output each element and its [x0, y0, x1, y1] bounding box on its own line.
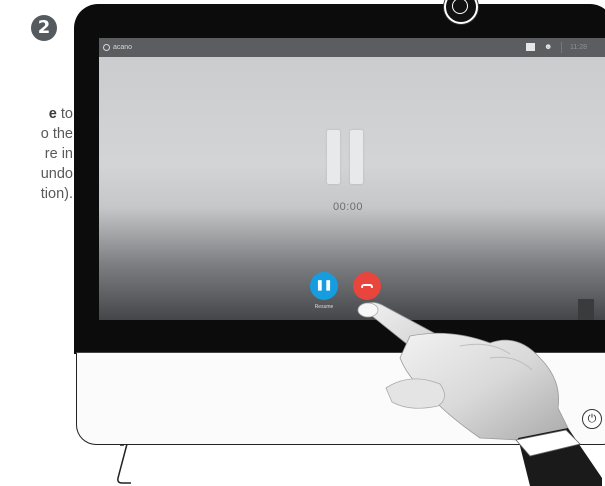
- brand-label: acano: [103, 41, 132, 54]
- clock: 11:28: [570, 44, 587, 51]
- selfview-icon[interactable]: [526, 43, 535, 51]
- pointing-hand-illustration: [357, 302, 602, 486]
- device-screen: acano ☻ 11:28 00:00 ❚❚ Resume: [99, 38, 605, 320]
- pause-icon: [327, 130, 365, 184]
- status-divider: [561, 42, 562, 53]
- resume-label: Resume: [314, 304, 334, 310]
- resume-pause-icon: ❚❚: [315, 280, 333, 291]
- status-bar: acano ☻ 11:28: [99, 38, 605, 57]
- resume-button[interactable]: ❚❚: [310, 272, 338, 300]
- call-timer: 00:00: [332, 201, 364, 213]
- participants-icon[interactable]: ☻: [544, 42, 554, 52]
- brand-text: acano: [113, 44, 133, 51]
- brand-icon: [103, 43, 110, 51]
- camera-icon: [444, 0, 478, 24]
